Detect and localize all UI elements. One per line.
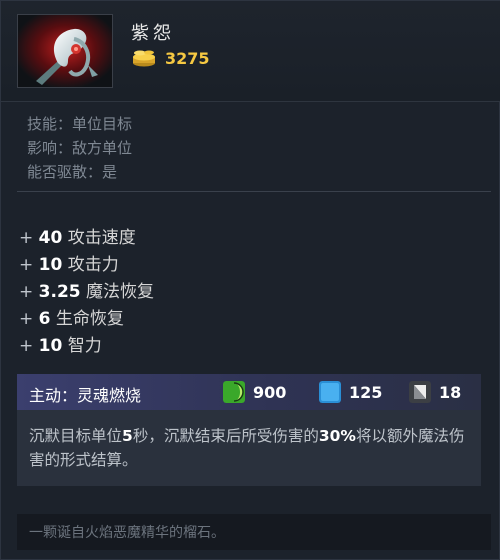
item-cost: 3275 — [131, 47, 210, 69]
active-ability-header: 主动：灵魂燃烧 900 125 18 — [17, 374, 481, 410]
white-cost-icon — [409, 381, 431, 403]
stat-row-mana-regen: + 3.25 魔法恢复 — [19, 282, 155, 302]
lore-text: 一颗诞自火焰恶魔精华的榴石。 — [29, 525, 225, 541]
active-ability-description: 沉默目标单位5秒，沉默结束后所受伤害的30%将以额外魔法伤害的形式结算。 — [29, 427, 465, 469]
cooldown-value: 900 — [253, 382, 287, 402]
header-divider — [1, 101, 500, 102]
item-tooltip: 紫怨 3275 技能：单位目标 影响：敌方单位 能否驱散：是 + 40 攻击速度… — [0, 0, 500, 560]
charge-group: 18 — [409, 380, 461, 404]
active-ability-panel: 主动：灵魂燃烧 900 125 18 沉默目标单位5秒，沉默结束后所受伤害的30… — [17, 374, 481, 486]
stat-bonuses: + 40 攻击速度 + 10 攻击力 + 3.25 魔法恢复 + 6 生命恢复 … — [19, 225, 154, 360]
stat-row-damage: + 10 攻击力 — [19, 255, 119, 275]
cooldown-group: 900 — [223, 380, 286, 404]
mana-cost-group: 125 — [319, 380, 382, 404]
stat-row-health-regen: + 6 生命恢复 — [19, 309, 124, 329]
stat-row-intelligence: + 10 智力 — [19, 336, 102, 356]
item-name: 紫怨 — [131, 23, 175, 44]
active-ability-title: 主动：灵魂燃烧 — [29, 386, 142, 405]
lore-box: 一颗诞自火焰恶魔精华的榴石。 — [17, 514, 491, 550]
tooltip-header: 紫怨 3275 — [1, 1, 500, 101]
charge-value: 18 — [439, 382, 462, 402]
gold-coins-icon — [133, 50, 155, 67]
affects-line: 影响：敌方单位 — [27, 139, 133, 157]
green-cooldown-icon — [223, 381, 245, 403]
mana-cost-value: 125 — [349, 382, 383, 402]
blue-mana-icon — [319, 381, 341, 403]
gold-cost-value: 3275 — [165, 48, 210, 68]
info-divider — [17, 191, 491, 192]
orchid-item-icon — [17, 14, 113, 88]
ability-info: 技能：单位目标 影响：敌方单位 能否驱散：是 — [27, 112, 132, 184]
stat-row-attack-speed: + 40 攻击速度 — [19, 228, 136, 248]
dispellable-line: 能否驱散：是 — [27, 163, 118, 181]
ability-type-line: 技能：单位目标 — [27, 115, 133, 133]
